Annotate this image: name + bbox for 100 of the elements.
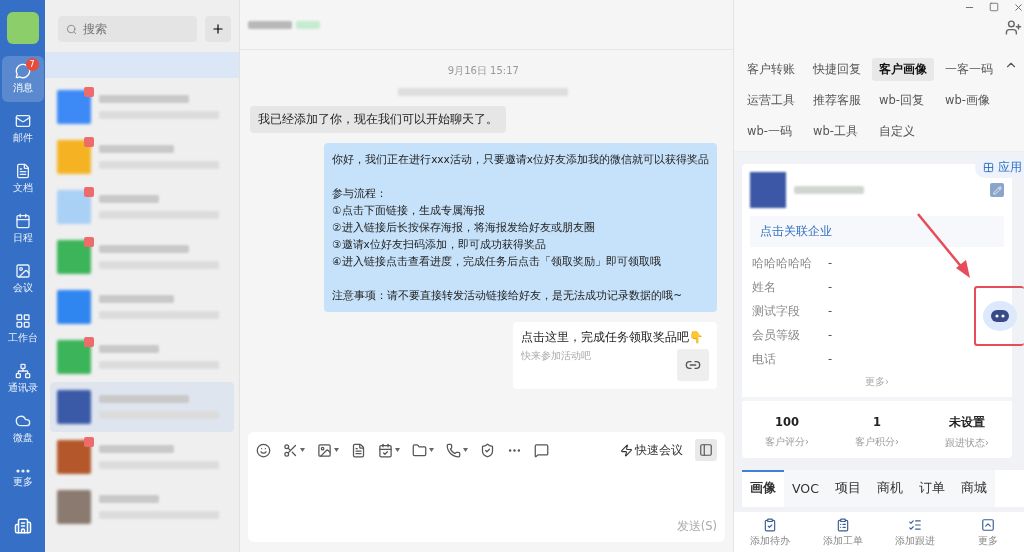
tool-tab[interactable]: wb-回复 (872, 89, 934, 112)
shield-icon[interactable] (479, 442, 495, 458)
action-button[interactable]: 更多 (951, 518, 1024, 548)
close-icon[interactable] (1013, 2, 1024, 13)
calendar-icon (14, 213, 31, 229)
nav-label: 工作台 (7, 331, 38, 345)
detail-tab[interactable]: VOC (784, 470, 827, 507)
nav-label: 日程 (12, 231, 33, 245)
field-value: - (828, 304, 833, 318)
caret-icon[interactable] (299, 448, 305, 452)
scissors-icon[interactable] (282, 442, 298, 458)
tool-tab[interactable]: 快捷回复 (806, 58, 868, 81)
nav-item[interactable]: 日程 (1, 206, 44, 252)
unread-badge: 7 (25, 58, 39, 71)
chat-icon (14, 63, 31, 79)
blurred-name (794, 186, 864, 194)
clipboard-check-icon (763, 518, 778, 532)
field-value: - (828, 352, 833, 366)
lightning-icon (620, 443, 633, 457)
blurred-name (99, 195, 159, 203)
link-card[interactable]: 点击这里，完成任务领取奖品吧👇 快来参加活动吧 (513, 322, 717, 389)
maximize-icon[interactable] (989, 2, 999, 12)
tool-tab[interactable]: 运营工具 (740, 89, 802, 112)
field-label: 姓名 (752, 279, 777, 295)
action-button[interactable]: 添加工单 (806, 518, 879, 548)
tool-tab[interactable]: 客户转账 (740, 58, 802, 81)
comment-icon[interactable] (533, 442, 549, 458)
blurred-name (99, 495, 159, 503)
caret-icon[interactable] (333, 448, 339, 452)
blurred-tag (295, 20, 320, 29)
timestamp: 9月16日 15:17 (447, 64, 519, 78)
building-icon[interactable] (13, 517, 32, 535)
link-title: 点击这里，完成任务领取奖品吧👇 (521, 330, 704, 345)
apps-button[interactable]: 应用 (975, 157, 1024, 178)
picture-icon[interactable] (316, 442, 332, 458)
field-label: 哈哈哈哈哈 (752, 255, 813, 271)
blurred-title (247, 20, 292, 29)
document-icon (14, 163, 31, 179)
tool-tab[interactable]: wb-画像 (938, 89, 1000, 112)
quick-meeting-button[interactable]: 快速会议 (620, 442, 683, 458)
search-icon (66, 22, 78, 36)
caret-icon[interactable] (428, 448, 434, 452)
link-company-link[interactable]: 点击关联企业 (750, 216, 1004, 247)
nav-item[interactable]: 工作台 (1, 306, 44, 352)
message-bubble: 你好，我们正在进行xxx活动，只要邀请x位好友添加我的微信就可以获得奖品 参与流程： ①点击下面链接，生成专属海报 ②进入链接后长按保存海报，将海报发给好友或朋友圈 ③邀请x位好友扫码添加，即可成功获得奖品 ④进入链接点击查看进度，完成任务后点击「领取奖励」即可领取哦 注意事项：请不要直接转发活动链接给好友，是无法成功记录数据的哦~ (324, 143, 717, 312)
caret-icon[interactable] (462, 448, 468, 452)
nav-item[interactable]: 会议 (1, 256, 44, 302)
nav-label: 消息 (12, 81, 33, 95)
document-icon[interactable] (350, 442, 366, 458)
nav-item[interactable]: 更多 (1, 456, 44, 502)
field-value: - (828, 256, 833, 270)
stat-value: 1 (873, 415, 881, 429)
phone-icon[interactable] (445, 442, 461, 458)
field-value: - (828, 328, 833, 342)
field-value: - (828, 280, 833, 294)
panel-toggle-button[interactable] (695, 439, 717, 461)
detail-tab[interactable]: 订单 (910, 470, 953, 507)
field-label: 会员等级 (752, 327, 801, 343)
tool-tab[interactable]: 推荐客服 (806, 89, 868, 112)
detail-tab[interactable]: 项目 (826, 470, 869, 507)
tool-tab[interactable]: 自定义 (872, 120, 934, 143)
nav-item[interactable]: 文档 (1, 156, 44, 202)
tool-tab[interactable]: wb-一码 (740, 120, 802, 143)
nav-label: 通讯录 (7, 381, 38, 395)
org-chart-icon (14, 363, 31, 379)
nav-label: 会议 (12, 281, 33, 295)
field-label: 电话 (752, 351, 777, 367)
nav-item[interactable]: 邮件 (1, 106, 44, 152)
message-input[interactable]: 快速会议 发送(S) (247, 432, 725, 542)
add-contact-icon[interactable] (1005, 19, 1022, 36)
plus-icon (210, 22, 225, 36)
action-button[interactable]: 添加跟进 (879, 518, 952, 548)
message-bubble: 我已经添加了你，现在我们可以开始聊天了。 (249, 106, 506, 133)
tool-tab[interactable]: 一客一码 (938, 58, 1000, 81)
conversation-item[interactable] (50, 382, 234, 432)
mail-icon (14, 113, 31, 129)
tool-tab[interactable]: 客户画像 (872, 58, 934, 81)
list-icon (908, 518, 923, 532)
emoji-icon[interactable] (255, 442, 271, 458)
search-input[interactable]: 搜索 (83, 22, 189, 36)
blurred-name (99, 345, 159, 353)
detail-tab[interactable]: 商城 (952, 470, 995, 507)
calendar-icon[interactable] (377, 442, 393, 458)
search-field[interactable]: 搜索 (58, 16, 197, 42)
caret-icon[interactable] (394, 448, 400, 452)
nav-label: 微盘 (12, 431, 33, 445)
photo-placeholder (750, 172, 786, 208)
nav-item[interactable]: 消息 7 (1, 56, 44, 102)
detail-tab[interactable]: 商机 (868, 470, 911, 507)
tool-tab[interactable]: wb-工具 (806, 120, 868, 143)
nav-item[interactable]: 通讯录 (1, 356, 44, 402)
action-button[interactable]: 添加待办 (734, 518, 807, 548)
nav-label: 更多 (12, 475, 33, 489)
app-logo (6, 12, 39, 44)
clipboard-icon (835, 518, 850, 532)
add-button[interactable] (204, 16, 231, 42)
grid-icon (14, 313, 31, 329)
link-subtitle: 快来参加活动吧 (521, 349, 591, 363)
nav-item[interactable]: 微盘 (1, 406, 44, 452)
folder-icon[interactable] (411, 442, 427, 458)
